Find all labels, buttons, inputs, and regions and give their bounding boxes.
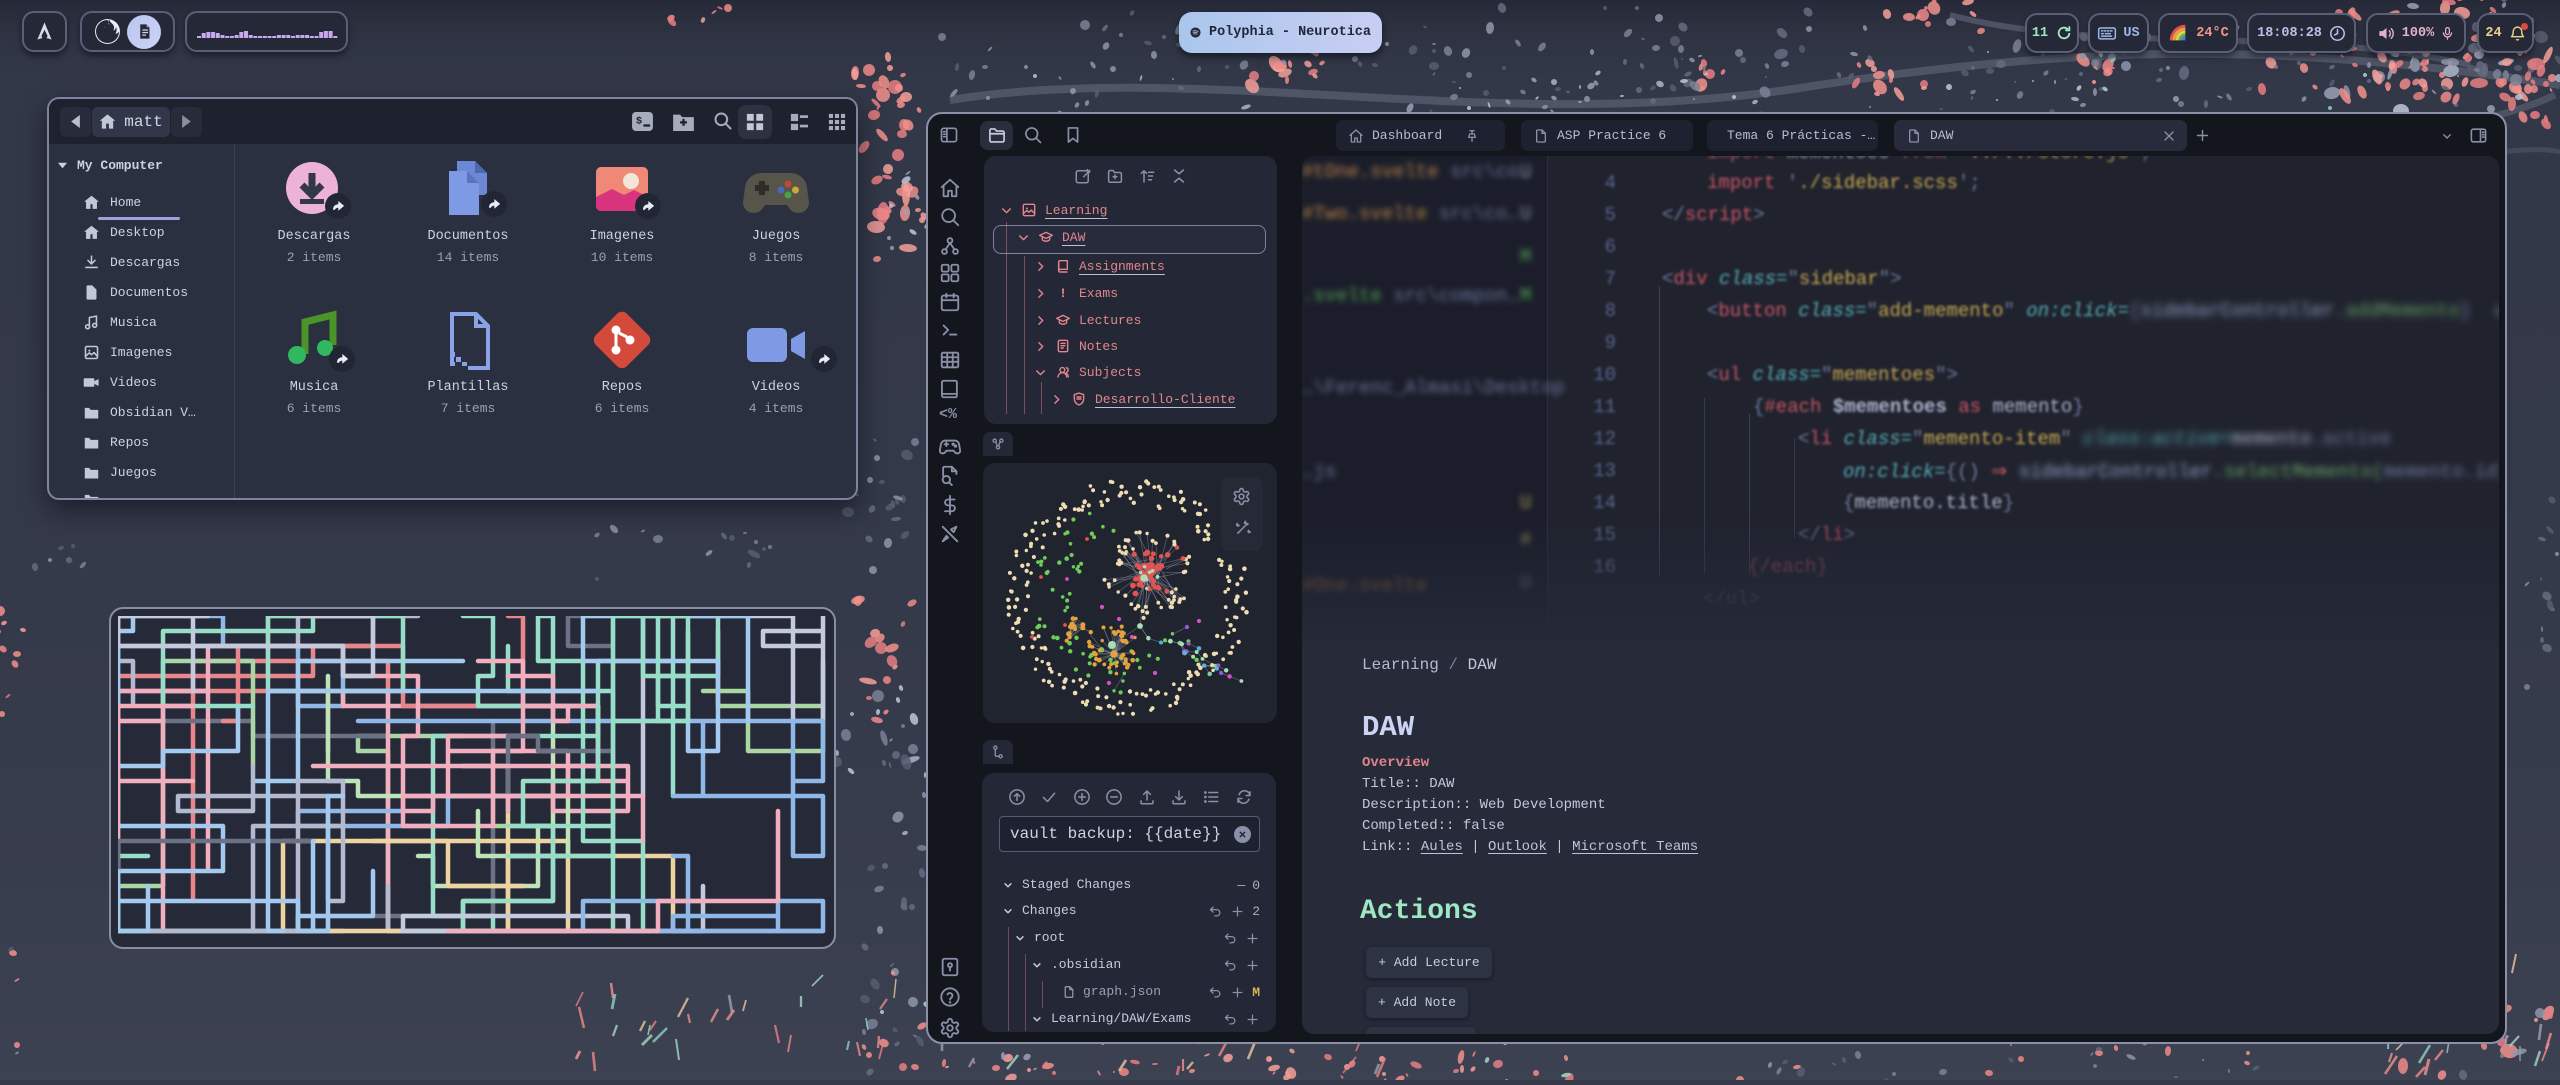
svg-text:$: $ (636, 115, 642, 127)
